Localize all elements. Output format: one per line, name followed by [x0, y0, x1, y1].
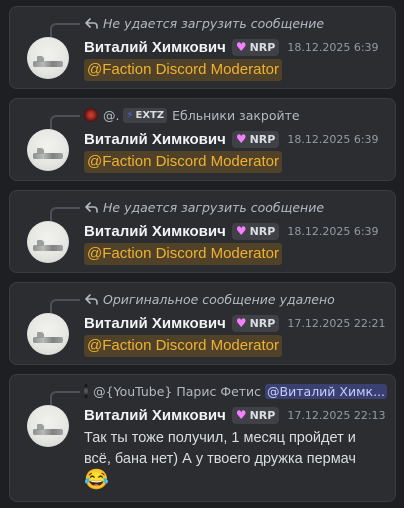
avatar[interactable]: [27, 129, 69, 171]
username[interactable]: Виталий Химкович: [84, 315, 226, 332]
timestamp: 18.12.2025 6:39: [287, 224, 379, 238]
reply-text: Оригинальное сообщение удалено: [103, 291, 335, 307]
reply-preview[interactable]: @{YouTube} Парис Фетис @Виталий Химк...: [84, 381, 387, 401]
username[interactable]: Виталий Химкович: [84, 223, 226, 240]
guild-tag[interactable]: ♥ NRP: [231, 314, 280, 332]
guild-tag[interactable]: ♥ NRP: [231, 406, 280, 424]
timestamp: 18.12.2025 6:39: [287, 40, 379, 54]
message-card[interactable]: Не удается загрузить сообщение Виталий Х…: [9, 190, 396, 273]
avatar[interactable]: [27, 221, 69, 263]
message-card[interactable]: @. ⚡ EXTZ Ебльники закройте Виталий Химко…: [9, 98, 396, 181]
role-mention[interactable]: @Faction Discord Moderator: [84, 59, 282, 81]
reply-author[interactable]: @{YouTube} Парис Фетис: [93, 384, 261, 399]
reply-preview[interactable]: @. ⚡ EXTZ Ебльники закройте: [84, 105, 387, 125]
role-mention[interactable]: @Faction Discord Moderator: [84, 151, 282, 173]
reply-arrow-icon: [84, 200, 98, 214]
heart-icon: ♥: [235, 132, 247, 146]
reply-author-tag-label: EXTZ: [135, 109, 165, 121]
message-header: Виталий Химкович ♥ NRP 18.12.2025 6:39: [84, 129, 379, 149]
guild-tag[interactable]: ♥ NRP: [231, 222, 280, 240]
timestamp: 18.12.2025 6:39: [287, 132, 379, 146]
laughing-emoji[interactable]: 😂: [84, 469, 109, 491]
reply-text: Не удается загрузить сообщение: [103, 15, 325, 31]
timestamp: 17.12.2025 22:13: [287, 408, 386, 422]
role-mention[interactable]: @Faction Discord Moderator: [84, 243, 282, 265]
message-header: Виталий Химкович ♥ NRP 18.12.2025 6:39: [84, 221, 379, 241]
message-card[interactable]: Не удается загрузить сообщение Виталий Х…: [9, 6, 396, 89]
username[interactable]: Виталий Химкович: [84, 131, 226, 148]
reply-spine: [50, 115, 80, 129]
reply-spine: [50, 391, 80, 405]
guild-tag[interactable]: ♥ NRP: [231, 130, 280, 148]
reply-mention[interactable]: @Виталий Химк...: [265, 383, 387, 399]
username[interactable]: Виталий Химкович: [84, 407, 226, 424]
message-card[interactable]: Оригинальное сообщение удалено Виталий Х…: [9, 282, 396, 365]
message-header: Виталий Химкович ♥ NRP 18.12.2025 6:39: [84, 37, 379, 57]
reply-author-avatar: [84, 384, 89, 398]
avatar[interactable]: [27, 313, 69, 355]
message-header: Виталий Химкович ♥ NRP 17.12.2025 22:13: [84, 405, 386, 425]
avatar[interactable]: [27, 405, 69, 447]
reply-author-avatar: [84, 108, 98, 122]
reply-spine: [50, 23, 80, 37]
reply-text: Ебльники закройте: [172, 107, 300, 123]
heart-icon: ♥: [235, 40, 247, 54]
reply-text: Не удается загрузить сообщение: [103, 199, 325, 215]
username[interactable]: Виталий Химкович: [84, 39, 226, 56]
heart-icon: ♥: [235, 224, 247, 238]
message-body: Так ты тоже получил, 1 месяц пройдет и в…: [84, 430, 356, 467]
reply-arrow-icon: [84, 16, 98, 30]
guild-tag-label: NRP: [249, 132, 276, 146]
reply-author-tag: ⚡ EXTZ: [123, 107, 168, 123]
message-card[interactable]: @{YouTube} Парис Фетис @Виталий Химк... …: [9, 374, 396, 502]
message-text: Так ты тоже получил, 1 месяц пройдет и в…: [84, 428, 385, 493]
guild-tag-label: NRP: [249, 224, 276, 238]
lightning-icon: ⚡: [126, 109, 134, 121]
guild-tag-label: NRP: [249, 316, 276, 330]
timestamp: 17.12.2025 22:21: [287, 316, 386, 330]
reply-arrow-icon: [84, 292, 98, 306]
heart-icon: ♥: [235, 316, 247, 330]
reply-author[interactable]: @.: [103, 108, 119, 123]
guild-tag[interactable]: ♥ NRP: [231, 38, 280, 56]
reply-preview[interactable]: Не удается загрузить сообщение: [84, 197, 387, 217]
reply-spine: [50, 207, 80, 221]
avatar[interactable]: [27, 37, 69, 79]
role-mention[interactable]: @Faction Discord Moderator: [84, 335, 282, 357]
reply-preview[interactable]: Оригинальное сообщение удалено: [84, 289, 387, 309]
guild-tag-label: NRP: [249, 408, 276, 422]
reply-spine: [50, 299, 80, 313]
heart-icon: ♥: [235, 408, 247, 422]
reply-preview[interactable]: Не удается загрузить сообщение: [84, 13, 387, 33]
guild-tag-label: NRP: [249, 40, 276, 54]
message-header: Виталий Химкович ♥ NRP 17.12.2025 22:21: [84, 313, 386, 333]
